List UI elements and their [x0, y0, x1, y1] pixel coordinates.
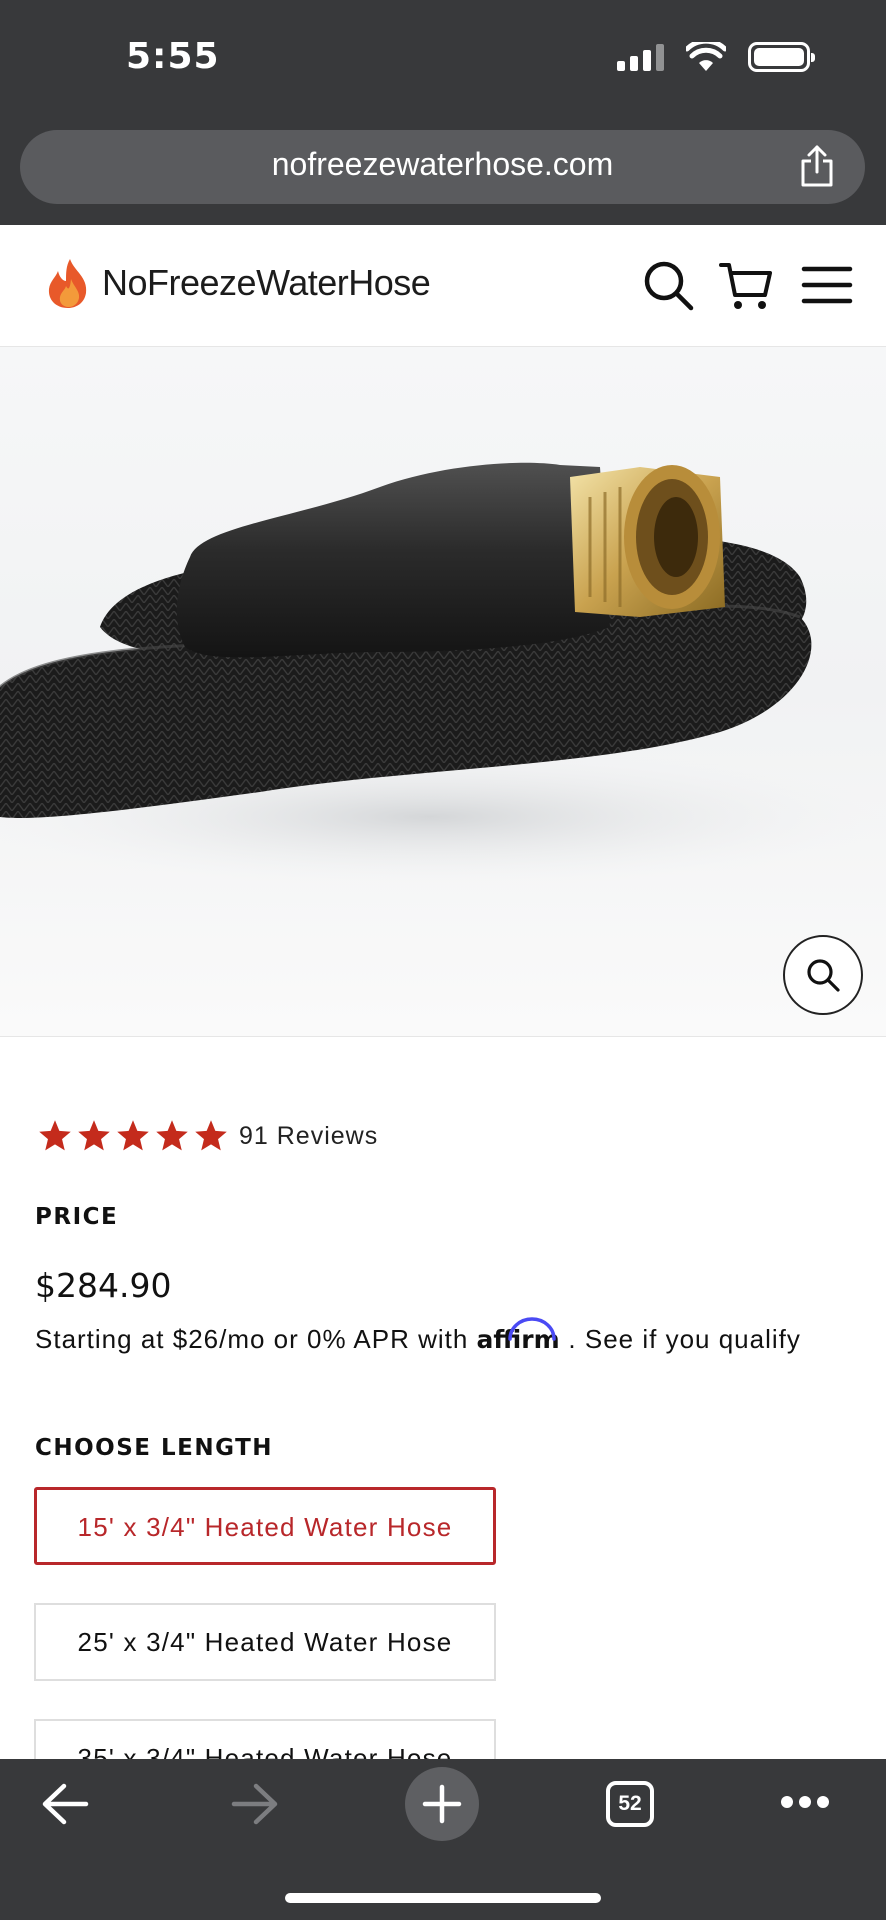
site-header: NoFreezeWaterHose	[0, 225, 886, 347]
product-image[interactable]	[0, 347, 886, 1037]
more-icon[interactable]	[780, 1795, 830, 1809]
star-icon	[195, 1120, 227, 1151]
share-icon[interactable]	[797, 144, 837, 188]
length-option-25ft[interactable]: 25' x 3/4" Heated Water Hose	[34, 1603, 496, 1681]
url-text[interactable]: nofreezewaterhose.com	[20, 146, 865, 183]
price-value: $284.90	[35, 1266, 172, 1305]
length-option-label: 25' x 3/4" Heated Water Hose	[77, 1627, 453, 1657]
price-label: PRICE	[35, 1204, 119, 1230]
flame-logo-icon	[48, 259, 87, 308]
length-option-15ft[interactable]: 15' x 3/4" Heated Water Hose	[34, 1487, 496, 1565]
forward-arrow-icon[interactable]	[230, 1781, 280, 1827]
star-icon	[39, 1120, 71, 1151]
zoom-button[interactable]	[783, 935, 863, 1015]
star-icon	[78, 1120, 110, 1151]
reviews-summary[interactable]: 91 Reviews	[36, 1118, 378, 1154]
affirm-arc-icon	[507, 1317, 556, 1341]
star-icon	[156, 1120, 188, 1151]
star-rating	[36, 1118, 231, 1154]
status-time: 5:55	[126, 36, 220, 77]
site-logo[interactable]: NoFreezeWaterHose	[44, 257, 431, 309]
reviews-count[interactable]: 91 Reviews	[239, 1122, 378, 1151]
length-option-label: 15' x 3/4" Heated Water Hose	[77, 1512, 453, 1542]
zoom-icon	[807, 959, 840, 992]
cart-icon[interactable]	[718, 257, 774, 313]
plus-icon	[422, 1784, 462, 1824]
financing-prefix: Starting at $26/mo or 0% APR with	[35, 1324, 469, 1354]
home-indicator	[285, 1893, 601, 1903]
financing-line: Starting at $26/mo or 0% APR with affirm…	[35, 1317, 801, 1355]
tabs-button[interactable]: 52	[606, 1781, 654, 1827]
search-icon[interactable]	[640, 257, 696, 313]
battery-icon	[748, 42, 815, 72]
hose-illustration	[0, 462, 886, 887]
new-tab-button[interactable]	[405, 1767, 479, 1841]
choose-length-label: CHOOSE LENGTH	[35, 1435, 274, 1461]
financing-qualify-link[interactable]: . See if you qualify	[568, 1324, 800, 1354]
wifi-icon	[686, 42, 726, 71]
star-icon	[117, 1120, 149, 1151]
status-icons	[617, 42, 815, 72]
menu-icon[interactable]	[800, 257, 856, 313]
cellular-signal-icon	[617, 43, 664, 71]
back-arrow-icon[interactable]	[40, 1781, 90, 1827]
affirm-logo: affirm	[477, 1317, 569, 1354]
url-bar[interactable]: nofreezewaterhose.com	[20, 130, 865, 204]
logo-text: NoFreezeWaterHose	[102, 262, 431, 303]
browser-top-chrome: 5:55 nofreezewaterhose.com	[0, 0, 886, 225]
